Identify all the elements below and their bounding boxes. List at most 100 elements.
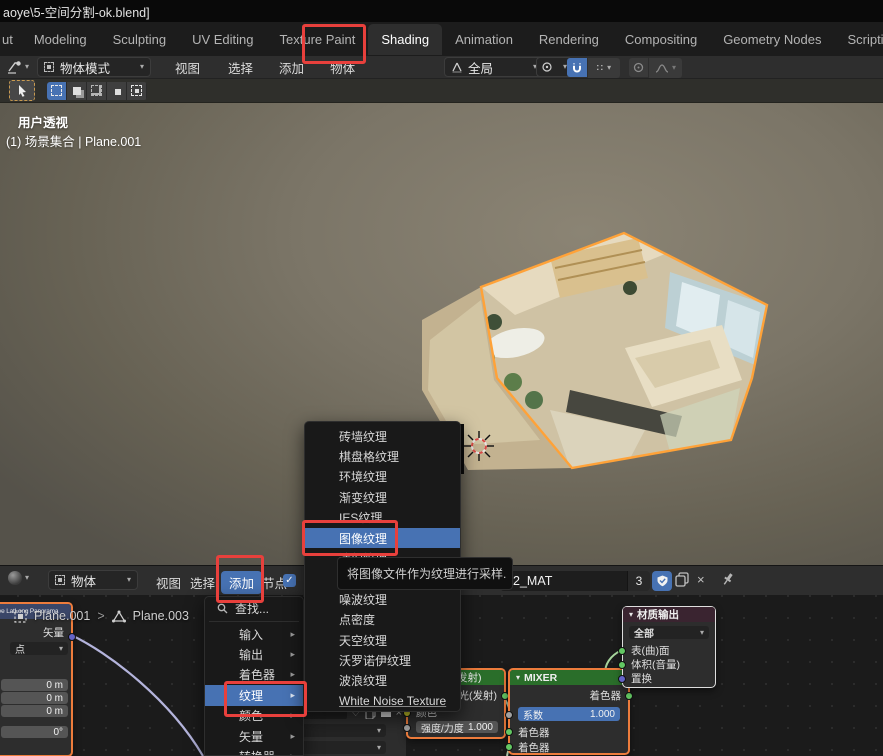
tab-texture-paint[interactable]: Texture Paint xyxy=(267,24,369,55)
socket-surface-input[interactable] xyxy=(618,647,626,655)
orientation-dropdown[interactable]: 全局 ▾ xyxy=(444,57,544,77)
select-mode-subtract[interactable] xyxy=(87,82,107,100)
socket-shader1-input[interactable] xyxy=(505,728,513,736)
material-name-field[interactable]: 2_MAT xyxy=(500,571,627,591)
tab-uv-editing[interactable]: UV Editing xyxy=(179,24,266,55)
mapping-x-field[interactable]: 0 m xyxy=(1,679,68,691)
socket-volume-input[interactable] xyxy=(618,661,626,669)
menu-item-point-density[interactable]: 点密度 xyxy=(305,610,460,630)
socket-fac-input[interactable] xyxy=(505,711,513,719)
projection-dropdown[interactable]: ▾ xyxy=(300,741,386,754)
node-mixer[interactable]: ▾ MIXER 着色器 系数 1.000 着色器 着色器 xyxy=(508,668,630,755)
menu-item-white-noise-texture[interactable]: White Noise Texture xyxy=(305,691,460,711)
mode-label: 物体模式 xyxy=(60,58,110,77)
tab-scripting[interactable]: Scripting xyxy=(834,24,883,55)
menu-item-checker-texture[interactable]: 棋盘格纹理 xyxy=(305,446,460,466)
menu-item-vector[interactable]: 矢量▸ xyxy=(205,726,303,746)
node-mixer-header[interactable]: ▾ MIXER xyxy=(510,670,628,685)
fake-user-shield-button[interactable] xyxy=(652,571,672,591)
mapping-type-dropdown[interactable]: 点▾ xyxy=(10,642,68,655)
menu-item-converter[interactable]: 转换器▸ xyxy=(205,746,303,756)
tab-compositing[interactable]: Compositing xyxy=(612,24,710,55)
select-mode-extend[interactable] xyxy=(67,82,87,100)
menu-item-environment-texture[interactable]: 环境纹理 xyxy=(305,467,460,487)
pin-button[interactable] xyxy=(721,572,735,590)
orientation-label: 全局 xyxy=(468,58,493,77)
menu-object[interactable]: 物体 xyxy=(320,58,365,77)
submenu-arrow-icon: ▸ xyxy=(290,731,295,742)
collapse-icon[interactable]: ▾ xyxy=(516,674,520,682)
mode-dropdown[interactable]: 物体模式 ▾ xyxy=(37,57,151,77)
menu-item-color[interactable]: 颜色▸ xyxy=(205,706,303,726)
magnet-icon xyxy=(571,62,583,74)
mapping-y-field[interactable]: 0 m xyxy=(1,692,68,704)
menu-view[interactable]: 视图 xyxy=(165,58,210,77)
menu-item-input[interactable]: 输入▸ xyxy=(205,624,303,644)
tab-modeling[interactable]: Modeling xyxy=(21,24,100,55)
submenu-arrow-icon: ▸ xyxy=(290,649,295,660)
tab-geometry-nodes[interactable]: Geometry Nodes xyxy=(710,24,834,55)
shader-editor-type-button[interactable]: ▾ xyxy=(8,571,29,585)
chevron-down-icon: ▾ xyxy=(607,64,611,72)
node-material-output-header[interactable]: ▾ 材质输出 xyxy=(623,607,715,622)
mapping-z-field[interactable]: 0 m xyxy=(1,705,68,717)
socket-shader2-input[interactable] xyxy=(505,743,513,751)
tab-sculpting[interactable]: Sculpting xyxy=(100,24,179,55)
tweak-tool-button[interactable] xyxy=(9,80,35,101)
mixer-shader1-row: 着色器 xyxy=(510,726,628,738)
unlink-material-button[interactable]: × xyxy=(697,572,705,587)
mapping-rot-field[interactable]: 0° xyxy=(1,726,68,738)
select-mode-set[interactable] xyxy=(47,82,67,100)
socket-vector-output[interactable] xyxy=(68,633,76,641)
editor-type-button[interactable]: ▾ xyxy=(7,60,29,74)
menu-item-voronoi-texture[interactable]: 沃罗诺伊纹理 xyxy=(305,650,460,670)
menu-item-search[interactable]: 查找... xyxy=(205,597,303,619)
tab-animation[interactable]: Animation xyxy=(442,24,526,55)
proportional-editing-toggle[interactable] xyxy=(629,58,648,77)
menu-item-output[interactable]: 输出▸ xyxy=(205,644,303,664)
duplicate-material-button[interactable] xyxy=(675,572,690,590)
mixer-fac-slider[interactable]: 系数 1.000 xyxy=(518,707,620,721)
tab-layout[interactable]: ut xyxy=(0,24,21,55)
menu-item-brick-texture[interactable]: 砖墙纹理 xyxy=(305,426,460,446)
falloff-dropdown[interactable]: ▾ xyxy=(649,58,682,78)
menu-add[interactable]: 添加 xyxy=(269,58,314,77)
select-mode-group xyxy=(47,82,147,100)
menu-item-shader[interactable]: 着色器▸ xyxy=(205,665,303,685)
collapse-icon[interactable]: ▾ xyxy=(629,611,633,619)
menu-item-wave-texture[interactable]: 波浪纹理 xyxy=(305,671,460,691)
menu-item-noise-texture[interactable]: 噪波纹理 xyxy=(305,589,460,609)
interpolation-dropdown[interactable]: ▾ xyxy=(300,724,386,737)
tab-shading[interactable]: Shading xyxy=(368,24,442,55)
socket-strength-input[interactable] xyxy=(403,724,411,732)
menu-item-gradient-texture[interactable]: 渐变纹理 xyxy=(305,487,460,507)
menu-item-texture[interactable]: 纹理▸ xyxy=(205,685,303,705)
socket-displacement-input[interactable] xyxy=(618,675,626,683)
node-material-output[interactable]: ▾ 材质输出 全部▾ 表(曲)面 体积(音量) 置换 xyxy=(622,606,716,688)
tab-rendering[interactable]: Rendering xyxy=(526,24,612,55)
emission-strength-field[interactable]: 强度/力度 1.000 xyxy=(416,721,498,733)
shader-menu-add[interactable]: 添加 xyxy=(221,571,262,594)
menu-item-image-texture[interactable]: 图像纹理 xyxy=(305,528,460,548)
shader-type-dropdown[interactable]: 物体 ▾ xyxy=(48,570,138,590)
pin-icon xyxy=(721,572,735,587)
menu-select[interactable]: 选择 xyxy=(218,58,263,77)
menu-item-ies-texture[interactable]: IES纹理 xyxy=(305,508,460,528)
submenu-arrow-icon: ▸ xyxy=(290,669,295,680)
shader-menu-view[interactable]: 视图 xyxy=(156,573,181,592)
snap-with-dropdown[interactable]: ∷ ▾ xyxy=(588,58,620,78)
chevron-down-icon: ▾ xyxy=(127,576,131,584)
material-users-count[interactable]: 3 xyxy=(627,571,650,591)
orientation-axes-icon xyxy=(451,61,463,73)
snap-toggle-button[interactable] xyxy=(567,58,587,77)
shader-menu-select[interactable]: 选择 xyxy=(190,573,215,592)
menu-item-sky-texture[interactable]: 天空纹理 xyxy=(305,630,460,650)
viewport-editor-icon xyxy=(7,60,22,74)
select-mode-intersect[interactable] xyxy=(127,82,147,100)
socket-shader-output[interactable] xyxy=(625,692,633,700)
node-mapping[interactable]: Eye LatLong Panorama 矢量 点▾ 0 m 0 m 0 m 0… xyxy=(0,602,73,756)
breadcrumb-separator: > xyxy=(97,609,104,623)
output-target-dropdown[interactable]: 全部▾ xyxy=(629,626,709,639)
use-nodes-checkbox[interactable]: ✓ xyxy=(283,574,296,587)
select-mode-invert[interactable] xyxy=(107,82,127,100)
